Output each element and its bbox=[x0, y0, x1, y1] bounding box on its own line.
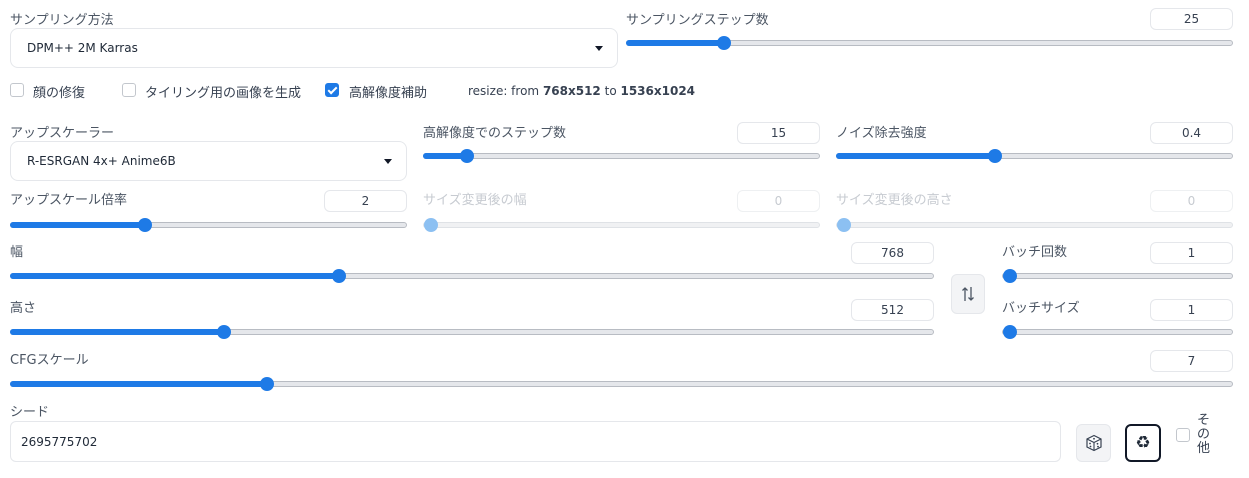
resize-height-slider[interactable] bbox=[836, 218, 1233, 232]
height-input[interactable]: 512 bbox=[851, 299, 934, 321]
width-input[interactable]: 768 bbox=[851, 242, 934, 264]
hires-steps-label: 高解像度でのステップ数 bbox=[423, 126, 567, 141]
resize-width-input[interactable]: 0 bbox=[737, 190, 820, 212]
seed-input[interactable]: 2695775702 bbox=[10, 421, 1061, 462]
resize-height-input[interactable]: 0 bbox=[1150, 190, 1233, 212]
sampling-method-label: サンプリング方法 bbox=[10, 13, 114, 28]
resize-width-label: サイズ変更後の幅 bbox=[423, 193, 527, 208]
face-restore-checkbox[interactable] bbox=[10, 83, 24, 97]
slider-thumb[interactable] bbox=[1003, 269, 1017, 283]
slider-thumb[interactable] bbox=[460, 149, 475, 163]
slider-thumb[interactable] bbox=[716, 36, 731, 50]
extra-seed-label: その他 bbox=[1197, 413, 1211, 456]
swap-dimensions-button[interactable] bbox=[951, 274, 985, 314]
slider-thumb[interactable] bbox=[332, 269, 347, 283]
resize-info: resize: from 768x512 to 1536x1024 bbox=[468, 84, 695, 98]
resize-to-word: to bbox=[604, 84, 617, 98]
resize-from: 768x512 bbox=[542, 84, 601, 98]
sampling-steps-label: サンプリングステップ数 bbox=[626, 13, 769, 28]
upscale-by-input[interactable]: 2 bbox=[324, 190, 407, 212]
resize-height-label: サイズ変更後の高さ bbox=[836, 193, 953, 208]
upscale-by-label: アップスケール倍率 bbox=[10, 193, 128, 208]
swap-vertical-icon bbox=[962, 287, 974, 301]
resize-to: 1536x1024 bbox=[620, 84, 696, 98]
upscale-by-slider[interactable] bbox=[10, 218, 407, 232]
extra-seed-checkbox[interactable] bbox=[1176, 428, 1190, 442]
batch-size-label: バッチサイズ bbox=[1002, 301, 1080, 316]
resize-prefix: resize: from bbox=[468, 84, 540, 98]
slider-thumb[interactable] bbox=[424, 218, 438, 232]
height-slider[interactable] bbox=[10, 325, 934, 339]
sampling-steps-slider[interactable] bbox=[626, 36, 1233, 50]
cfg-scale-input[interactable]: 7 bbox=[1150, 350, 1233, 372]
chevron-down-icon bbox=[384, 159, 392, 164]
random-seed-button[interactable] bbox=[1076, 424, 1111, 462]
resize-width-slider[interactable] bbox=[423, 218, 820, 232]
height-label: 高さ bbox=[10, 301, 37, 316]
batch-size-slider[interactable] bbox=[1002, 325, 1233, 339]
upscaler-value: R-ESRGAN 4x+ Anime6B bbox=[27, 154, 176, 168]
batch-count-label: バッチ回数 bbox=[1002, 245, 1068, 260]
slider-thumb[interactable] bbox=[1003, 325, 1017, 339]
cfg-scale-label: CFGスケール bbox=[10, 353, 89, 368]
slider-thumb[interactable] bbox=[988, 149, 1002, 163]
batch-count-input[interactable]: 1 bbox=[1150, 242, 1233, 264]
reuse-seed-button[interactable]: ♻ bbox=[1125, 424, 1161, 462]
dice-icon bbox=[1085, 434, 1102, 452]
batch-count-slider[interactable] bbox=[1002, 269, 1233, 283]
chevron-down-icon bbox=[595, 46, 603, 51]
width-slider[interactable] bbox=[10, 269, 934, 283]
slider-thumb[interactable] bbox=[837, 218, 851, 232]
recycle-icon: ♻ bbox=[1135, 432, 1151, 453]
sampling-steps-input[interactable]: 25 bbox=[1150, 8, 1233, 30]
sampling-method-dropdown[interactable]: DPM++ 2M Karras bbox=[10, 28, 618, 68]
slider-thumb[interactable] bbox=[260, 377, 275, 391]
slider-thumb[interactable] bbox=[138, 218, 153, 232]
batch-size-input[interactable]: 1 bbox=[1150, 299, 1233, 321]
hires-steps-slider[interactable] bbox=[423, 149, 820, 163]
width-label: 幅 bbox=[10, 245, 24, 260]
denoise-input[interactable]: 0.4 bbox=[1150, 122, 1233, 144]
slider-thumb[interactable] bbox=[216, 325, 231, 339]
tiling-label: タイリング用の画像を生成 bbox=[145, 86, 302, 101]
face-restore-label: 顔の修復 bbox=[33, 86, 86, 101]
denoise-slider[interactable] bbox=[836, 149, 1233, 163]
hires-steps-input[interactable]: 15 bbox=[737, 122, 820, 144]
cfg-scale-slider[interactable] bbox=[10, 377, 1233, 391]
seed-label: シード bbox=[10, 405, 50, 420]
denoise-label: ノイズ除去強度 bbox=[836, 126, 927, 141]
upscaler-label: アップスケーラー bbox=[10, 126, 115, 141]
upscaler-dropdown[interactable]: R-ESRGAN 4x+ Anime6B bbox=[10, 141, 407, 181]
sampling-method-value: DPM++ 2M Karras bbox=[27, 41, 138, 55]
hires-fix-label: 高解像度補助 bbox=[349, 86, 428, 101]
hires-fix-checkbox[interactable] bbox=[325, 83, 339, 97]
tiling-checkbox[interactable] bbox=[122, 83, 136, 97]
